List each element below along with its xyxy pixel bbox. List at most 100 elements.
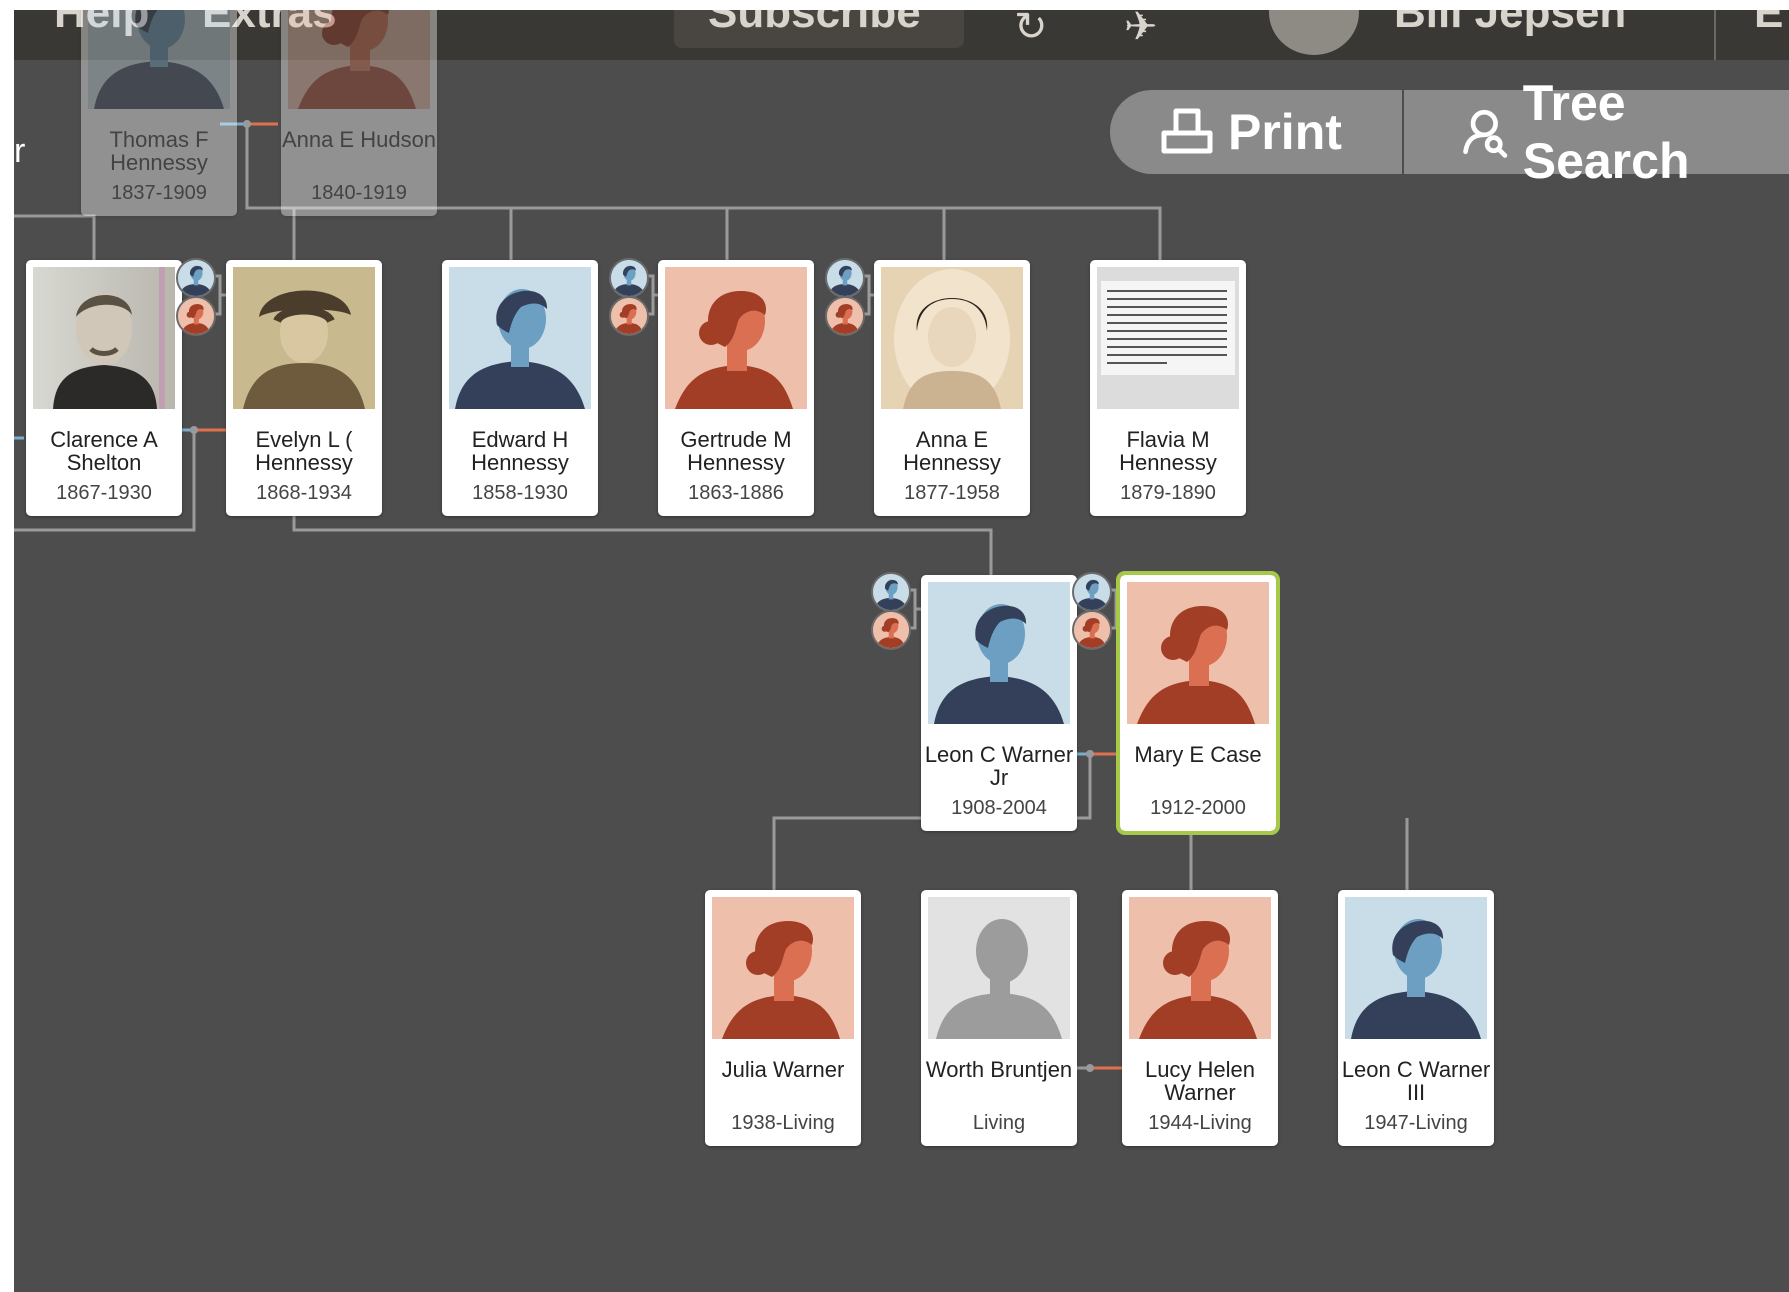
- person-years: 1867-1930: [56, 482, 152, 504]
- person-name: Julia Warner: [721, 1057, 845, 1082]
- father-marker-icon[interactable]: [825, 258, 865, 298]
- mother-marker-icon[interactable]: [871, 610, 911, 650]
- female-avatar-icon: [1074, 612, 1110, 648]
- person-years: 1938-Living: [731, 1112, 835, 1134]
- person-photo: [233, 267, 375, 409]
- person-name: Flavia M Hennessy: [1119, 427, 1217, 475]
- male-silhouette-icon: [928, 582, 1070, 724]
- person-years: 1912-2000: [1150, 797, 1246, 819]
- user-avatar[interactable]: [1269, 10, 1359, 55]
- person-photo: [88, 10, 230, 109]
- person-name: Gertrude M Hennessy: [680, 427, 792, 475]
- mother-marker-icon[interactable]: [176, 296, 216, 336]
- person-years: 1947-Living: [1364, 1112, 1468, 1134]
- print-icon: [1161, 108, 1213, 154]
- unknown-silhouette-icon: [928, 897, 1070, 1039]
- person-name: Edward H Hennessy: [471, 427, 569, 475]
- person-years: 1944-Living: [1148, 1112, 1252, 1134]
- tree-viewport[interactable]: Help Extras Subscribe ↻ ✈ Bill Jepsen E …: [14, 10, 1789, 1292]
- father-marker-icon[interactable]: [176, 258, 216, 298]
- mother-marker-icon[interactable]: [609, 296, 649, 336]
- person-name: Clarence A Shelton: [50, 427, 158, 475]
- refresh-icon[interactable]: ↻: [1014, 10, 1048, 50]
- portrait-photo: [881, 267, 1023, 409]
- female-avatar-icon: [873, 612, 909, 648]
- person-card-clarence[interactable]: Clarence A Shelton 1867-1930: [26, 260, 182, 516]
- person-card-leon-iii[interactable]: Leon C Warner III 1947-Living: [1338, 890, 1494, 1146]
- person-photo: [288, 10, 430, 109]
- person-card-thomas[interactable]: Thomas F Hennessy 1837-1909: [81, 10, 237, 216]
- person-years: 1879-1890: [1120, 482, 1216, 504]
- person-card-edward[interactable]: Edward H Hennessy 1858-1930: [442, 260, 598, 516]
- person-card-anna-hudson[interactable]: Anna E Hudson 1840-1919: [281, 10, 437, 216]
- person-name: Leon C Warner Jr: [924, 742, 1074, 790]
- person-years: 1863-1886: [688, 482, 784, 504]
- menu-clipped[interactable]: E: [1754, 10, 1783, 38]
- print-label: Print: [1228, 104, 1342, 160]
- person-years: Living: [972, 1112, 1026, 1134]
- person-photo: [665, 267, 807, 409]
- person-card-leon-jr[interactable]: Leon C Warner Jr 1908-2004: [921, 575, 1077, 831]
- person-card-lucy[interactable]: Lucy Helen Warner 1944-Living: [1122, 890, 1278, 1146]
- female-silhouette-icon: [1127, 582, 1269, 724]
- father-marker-icon[interactable]: [609, 258, 649, 298]
- female-silhouette-icon: [1129, 897, 1271, 1039]
- male-avatar-icon: [827, 260, 863, 296]
- person-years: 1840-1919: [311, 182, 407, 204]
- person-name: Leon C Warner III: [1341, 1057, 1491, 1105]
- person-name: Mary E Case: [1134, 742, 1262, 767]
- person-photo: [1129, 897, 1271, 1039]
- message-icon[interactable]: ✈: [1124, 10, 1158, 50]
- female-silhouette-icon: [665, 267, 807, 409]
- person-card-flavia[interactable]: Flavia M Hennessy 1879-1890: [1090, 260, 1246, 516]
- person-search-icon: [1463, 109, 1508, 158]
- person-years: 1908-2004: [951, 797, 1047, 819]
- female-avatar-icon: [827, 298, 863, 334]
- person-card-evelyn[interactable]: Evelyn L ( Hennessy 1868-1934: [226, 260, 382, 516]
- tree-search-button[interactable]: Tree Search: [1404, 75, 1789, 189]
- person-card-mary[interactable]: Mary E Case 1912-2000: [1116, 571, 1280, 835]
- male-silhouette-icon: [1345, 897, 1487, 1039]
- clipped-text: r: [14, 132, 26, 170]
- person-card-worth[interactable]: Worth Bruntjen Living: [921, 890, 1077, 1146]
- newspaper-clipping: [1097, 267, 1239, 409]
- father-marker-icon[interactable]: [871, 572, 911, 612]
- family-tree-canvas[interactable]: Help Extras Subscribe ↻ ✈ Bill Jepsen E …: [14, 10, 1789, 1292]
- subscribe-label: Subscribe: [708, 10, 921, 37]
- subscribe-button[interactable]: Subscribe: [674, 10, 964, 48]
- person-name: Anna E Hudson: [281, 127, 437, 152]
- female-silhouette-icon: [712, 897, 854, 1039]
- male-avatar-icon: [178, 260, 214, 296]
- portrait-photo: [33, 267, 175, 409]
- nav-divider: [1714, 10, 1716, 60]
- person-photo: [712, 897, 854, 1039]
- male-avatar-icon: [611, 260, 647, 296]
- father-marker-icon[interactable]: [1072, 572, 1112, 612]
- person-card-anna[interactable]: Anna E Hennessy 1877-1958: [874, 260, 1030, 516]
- person-card-julia[interactable]: Julia Warner 1938-Living: [705, 890, 861, 1146]
- female-avatar-icon: [611, 298, 647, 334]
- person-name: Lucy Helen Warner: [1144, 1057, 1256, 1105]
- person-name: Evelyn L ( Hennessy: [255, 427, 353, 475]
- user-name[interactable]: Bill Jepsen: [1394, 10, 1626, 38]
- person-years: 1858-1930: [472, 482, 568, 504]
- person-card-gertrude[interactable]: Gertrude M Hennessy 1863-1886: [658, 260, 814, 516]
- mother-marker-icon[interactable]: [825, 296, 865, 336]
- male-avatar-icon: [1074, 574, 1110, 610]
- person-photo: [881, 267, 1023, 409]
- person-name: Worth Bruntjen: [925, 1057, 1073, 1082]
- female-silhouette-icon: [288, 10, 430, 109]
- person-photo: [33, 267, 175, 409]
- mother-marker-icon[interactable]: [1072, 610, 1112, 650]
- male-silhouette-icon: [88, 10, 230, 109]
- portrait-photo: [233, 267, 375, 409]
- person-photo: [1345, 897, 1487, 1039]
- person-photo: [928, 582, 1070, 724]
- person-years: 1868-1934: [256, 482, 352, 504]
- person-photo: [1127, 582, 1269, 724]
- female-avatar-icon: [178, 298, 214, 334]
- print-button[interactable]: Print: [1110, 90, 1402, 174]
- male-avatar-icon: [873, 574, 909, 610]
- person-photo: [1097, 267, 1239, 409]
- person-years: 1837-1909: [111, 182, 207, 204]
